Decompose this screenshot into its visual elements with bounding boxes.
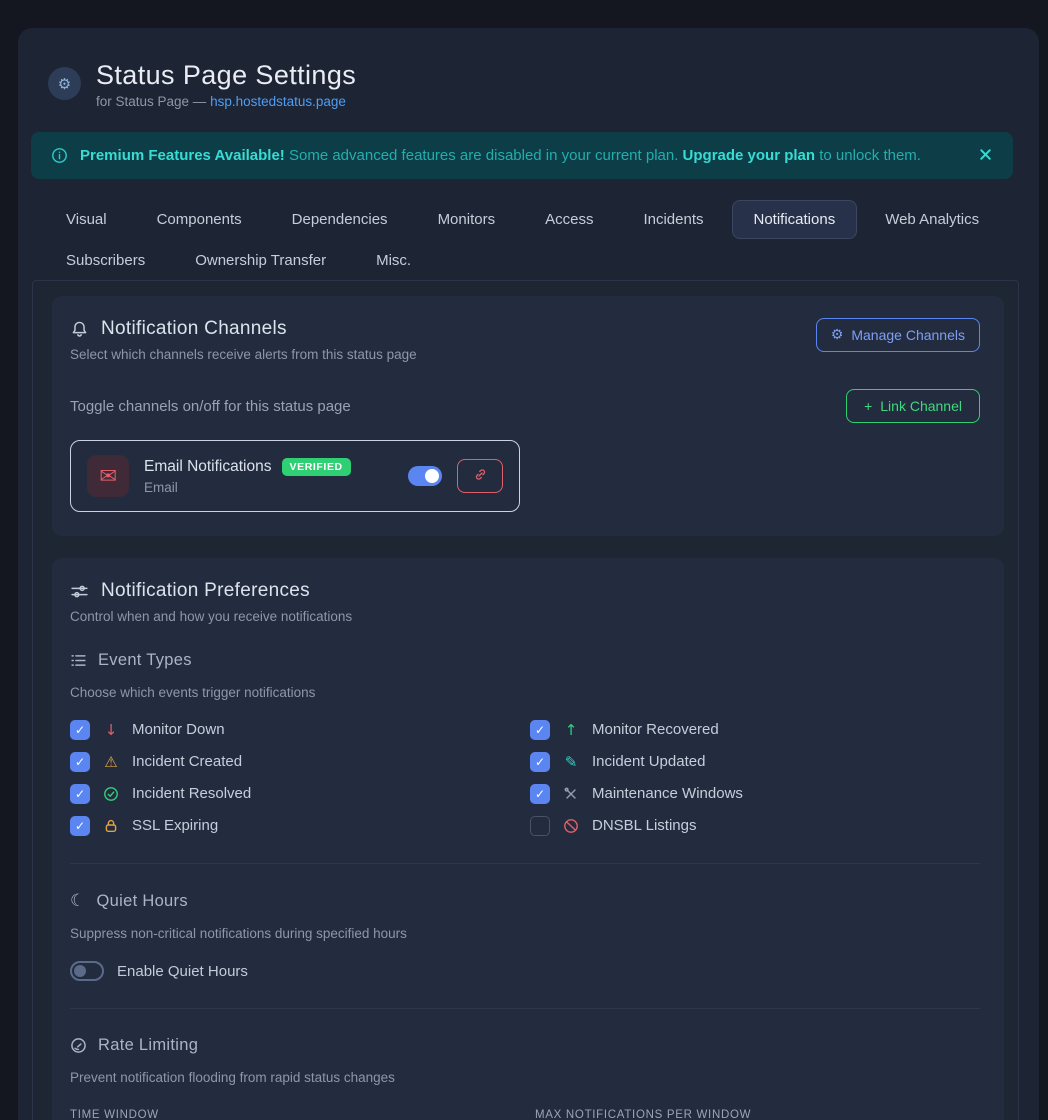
- quiet-hours-heading: ☾ Quiet Hours: [70, 891, 980, 911]
- rate-limiting-heading: Rate Limiting: [70, 1036, 980, 1055]
- channels-section-subtitle: Select which channels receive alerts fro…: [70, 347, 417, 362]
- ban-icon: [562, 818, 580, 834]
- gear-icon: ⚙: [831, 327, 844, 343]
- gear-icon: ⚙: [58, 75, 71, 93]
- event-row: ✓ ↓ Monitor Down: [70, 719, 530, 740]
- event-label: Monitor Down: [132, 721, 225, 738]
- toggle-channels-hint: Toggle channels on/off for this status p…: [70, 398, 351, 415]
- preferences-section-subtitle: Control when and how you receive notific…: [70, 609, 980, 624]
- event-row: ✓ ⚠ Incident Created: [70, 751, 530, 772]
- info-icon: [51, 147, 68, 164]
- tab-incidents[interactable]: Incidents: [621, 200, 725, 239]
- event-row: ✓ ↑ Monitor Recovered: [530, 719, 980, 740]
- status-page-settings-window: ⚙ Status Page Settings for Status Page —…: [18, 28, 1039, 1120]
- close-icon: [978, 147, 993, 165]
- gear-avatar: ⚙: [48, 67, 81, 100]
- status-page-link[interactable]: hsp.hostedstatus.page: [210, 94, 346, 109]
- quiet-hours-subtitle: Suppress non-critical notifications duri…: [70, 926, 980, 941]
- page-header: ⚙ Status Page Settings for Status Page —…: [18, 28, 1039, 109]
- tools-icon: [562, 786, 580, 802]
- warning-icon: ⚠: [102, 753, 120, 771]
- event-label: Incident Created: [132, 753, 242, 770]
- channel-type: Email: [144, 480, 393, 495]
- gauge-icon: [70, 1037, 87, 1054]
- banner-message: Premium Features Available! Some advance…: [80, 147, 921, 164]
- event-checkbox[interactable]: ✓: [530, 720, 550, 740]
- check-circle-icon: [102, 786, 120, 802]
- event-checkbox[interactable]: ✓: [70, 816, 90, 836]
- pencil-icon: ✎: [562, 753, 580, 771]
- notification-channels-card: Notification Channels Select which chann…: [52, 296, 1004, 536]
- banner-close-button[interactable]: [978, 147, 993, 165]
- event-label: Monitor Recovered: [592, 721, 719, 738]
- sliders-icon: [70, 582, 89, 601]
- event-checkbox[interactable]: ✓: [70, 784, 90, 804]
- event-label: Maintenance Windows: [592, 785, 743, 802]
- upgrade-plan-link[interactable]: Upgrade your plan: [683, 147, 816, 164]
- plus-icon: +: [864, 398, 872, 414]
- event-checkbox[interactable]: ✓: [530, 784, 550, 804]
- email-channel-card: ✉ Email Notifications VERIFIED Email: [70, 440, 520, 512]
- event-label: Incident Resolved: [132, 785, 251, 802]
- manage-channels-button[interactable]: ⚙ Manage Channels: [816, 318, 980, 352]
- event-row: DNSBL Listings: [530, 815, 980, 836]
- event-label: DNSBL Listings: [592, 817, 697, 834]
- event-checkbox[interactable]: [530, 816, 550, 836]
- envelope-icon: ✉: [87, 455, 129, 497]
- tab-monitors[interactable]: Monitors: [416, 200, 518, 239]
- event-checkbox[interactable]: ✓: [530, 752, 550, 772]
- section-divider: [70, 1008, 980, 1009]
- rate-limiting-subtitle: Prevent notification flooding from rapid…: [70, 1070, 980, 1085]
- event-checkbox[interactable]: ✓: [70, 720, 90, 740]
- event-row: ✓ Incident Resolved: [70, 783, 530, 804]
- tab-notifications[interactable]: Notifications: [732, 200, 858, 239]
- event-label: Incident Updated: [592, 753, 705, 770]
- time-window-label: TIME WINDOW: [70, 1109, 515, 1120]
- quiet-hours-toggle-label: Enable Quiet Hours: [117, 963, 248, 980]
- header-text: Status Page Settings for Status Page — h…: [96, 60, 356, 109]
- event-row: ✓ Maintenance Windows: [530, 783, 980, 804]
- unlink-channel-button[interactable]: [457, 459, 503, 493]
- event-types-heading: Event Types: [70, 651, 980, 670]
- link-channel-button[interactable]: + Link Channel: [846, 389, 980, 423]
- premium-banner: Premium Features Available! Some advance…: [31, 132, 1013, 179]
- channels-section-title: Notification Channels: [70, 318, 417, 340]
- max-notifications-label: MAX NOTIFICATIONS PER WINDOW: [535, 1109, 980, 1120]
- enable-quiet-hours-toggle[interactable]: [70, 961, 104, 981]
- tab-subscribers[interactable]: Subscribers: [44, 241, 167, 280]
- channel-name: Email Notifications: [144, 458, 272, 476]
- tab-web-analytics[interactable]: Web Analytics: [863, 200, 1001, 239]
- bell-icon: [70, 320, 89, 339]
- page-title: Status Page Settings: [96, 60, 356, 91]
- tab-access[interactable]: Access: [523, 200, 615, 239]
- arrow-up-icon: ↑: [562, 721, 580, 739]
- event-types-grid: ✓ ↓ Monitor Down ✓ ↑ Monitor Recovered ✓ ⚠ Incid…: [70, 719, 980, 836]
- tab-dependencies[interactable]: Dependencies: [270, 200, 410, 239]
- moon-icon: ☾: [70, 891, 86, 911]
- notification-preferences-card: Notification Preferences Control when an…: [52, 558, 1004, 1120]
- preferences-section-title: Notification Preferences: [70, 580, 980, 602]
- tab-misc[interactable]: Misc.: [354, 241, 433, 280]
- lock-icon: [102, 818, 120, 834]
- arrow-down-icon: ↓: [102, 721, 120, 739]
- section-divider: [70, 863, 980, 864]
- event-row: ✓ ✎ Incident Updated: [530, 751, 980, 772]
- event-row: ✓ SSL Expiring: [70, 815, 530, 836]
- tab-ownership-transfer[interactable]: Ownership Transfer: [173, 241, 348, 280]
- page-subtitle: for Status Page — hsp.hostedstatus.page: [96, 94, 356, 109]
- notifications-tab-panel: Notification Channels Select which chann…: [32, 280, 1019, 1120]
- tab-visual[interactable]: Visual: [44, 200, 129, 239]
- settings-tabs: VisualComponentsDependenciesMonitorsAcce…: [44, 200, 1019, 280]
- tab-components[interactable]: Components: [135, 200, 264, 239]
- event-types-subtitle: Choose which events trigger notification…: [70, 685, 980, 700]
- email-channel-toggle[interactable]: [408, 466, 442, 486]
- list-icon: [70, 652, 87, 669]
- banner-bold-text: Premium Features Available!: [80, 147, 285, 164]
- verified-badge: VERIFIED: [282, 458, 351, 476]
- event-checkbox[interactable]: ✓: [70, 752, 90, 772]
- chain-link-icon: [473, 467, 488, 485]
- event-label: SSL Expiring: [132, 817, 218, 834]
